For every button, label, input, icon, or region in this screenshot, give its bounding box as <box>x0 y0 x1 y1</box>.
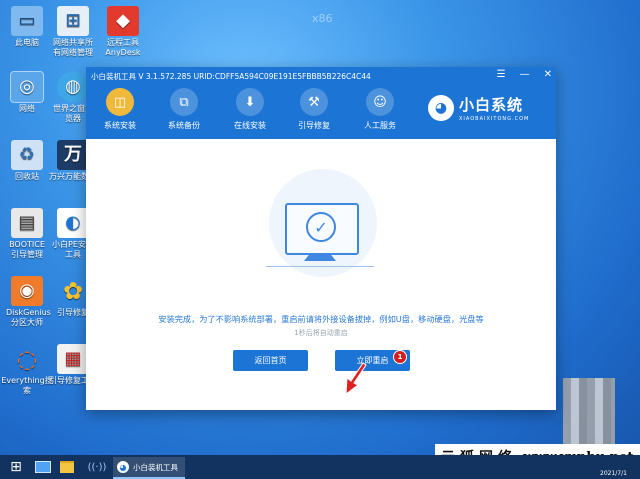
network-icon: ◎ <box>10 71 44 103</box>
brand: ◕ 小白系统 XIAOBAIXITONG.COM <box>428 94 529 122</box>
desktop-icon-label: 远程工具AnyDesk <box>105 38 141 57</box>
menu-icon[interactable]: ☰ <box>497 69 506 81</box>
xiaobai-logo-icon: ◕ <box>428 95 454 121</box>
tab-boot-repair[interactable]: ⚒ 引导修复 <box>284 88 344 131</box>
computer-icon: ▭ <box>11 6 43 36</box>
desktop-icon-network-manager[interactable]: ⊞ 网络共享所有网络管理 <box>46 6 100 58</box>
anydesk-icon: ◆ <box>107 6 139 36</box>
tab-label: 系统备份 <box>168 121 200 130</box>
arch-watermark: x86 <box>312 12 333 25</box>
divider <box>266 266 374 267</box>
desktop-icon[interactable] <box>34 459 52 475</box>
tab-label: 引导修复 <box>298 121 330 130</box>
window-titlebar[interactable]: 小白装机工具 V 3.1.572.285 URID:CDFF5A594C09E1… <box>86 67 556 85</box>
desktop-icon-label: 网络共享所有网络管理 <box>53 38 93 57</box>
main-toolbar: ◫ 系统安装 ⧉ 系统备份 ⬇ 在线安装 ⚒ 引导修复 ☺ 人工服务 ◕ 小白系… <box>86 85 556 139</box>
tab-online-install[interactable]: ⬇ 在线安装 <box>220 88 280 131</box>
wifi-icon[interactable]: ((·)) <box>88 459 107 475</box>
taskbar-item-label: 小白装机工具 <box>133 462 178 472</box>
desktop-icon-label: DiskGenius分区大师 <box>6 308 51 327</box>
xiaobai-task-icon: ◕ <box>117 461 129 473</box>
tab-manual-service[interactable]: ☺ 人工服务 <box>350 88 410 131</box>
diskgenius-icon: ◉ <box>11 276 43 306</box>
brand-site: XIAOBAIXITONG.COM <box>459 116 530 122</box>
toolbox-icon: ⚒ <box>300 88 328 116</box>
wanxing-icon: 万 <box>57 140 89 170</box>
taskbar: ⊞ ((·)) ◕ 小白装机工具 <box>0 455 640 479</box>
countdown-text: 1秒后将自动重启 <box>294 329 348 337</box>
tab-system-backup[interactable]: ⧉ 系统备份 <box>154 88 214 131</box>
installer-window: 小白装机工具 V 3.1.572.285 URID:CDFF5A594C09E1… <box>86 67 556 410</box>
tab-label: 系统安装 <box>104 121 136 130</box>
tab-label: 人工服务 <box>364 121 396 130</box>
download-icon: ⬇ <box>236 88 264 116</box>
backup-icon: ⧉ <box>170 88 198 116</box>
file-explorer-icon[interactable] <box>58 459 76 475</box>
system-install-icon: ◫ <box>106 88 134 116</box>
globe-icon: ◍ <box>57 72 89 102</box>
desktop-icon-anydesk[interactable]: ◆ 远程工具AnyDesk <box>96 6 150 58</box>
taskbar-item-installer[interactable]: ◕ 小白装机工具 <box>113 457 185 479</box>
everything-icon: ◌ <box>16 345 38 373</box>
checkmark-icon: ✓ <box>306 212 336 242</box>
start-button[interactable]: ⊞ <box>6 459 26 475</box>
content-area: ✓ 安装完成，为了不影响系统部署，重启前请将外接设备拔掉，例如U盘，移动硬盘，光… <box>86 139 556 410</box>
screen-shape <box>35 461 51 473</box>
completion-message: 安装完成，为了不影响系统部署，重启前请将外接设备拔掉，例如U盘，移动硬盘，光盘等 <box>158 314 484 324</box>
minimize-icon[interactable]: — <box>520 69 530 81</box>
clock-date: 2021/7/1 <box>600 470 627 477</box>
window-title: 小白装机工具 V 3.1.572.285 URID:CDFF5A594C09E1… <box>91 71 371 81</box>
pixelated-region <box>563 378 615 444</box>
pointer-arrow-icon <box>345 362 367 396</box>
tab-label: 在线安装 <box>234 121 266 130</box>
desktop-icon-label: BOOTICE引导管理 <box>9 240 45 259</box>
bootice-icon: ▤ <box>11 208 43 238</box>
back-home-button[interactable]: 返回首页 <box>233 350 308 371</box>
xiaobai-icon: ◐ <box>57 208 89 238</box>
folder-shape <box>60 461 74 473</box>
pinwheel-icon: ✿ <box>62 277 84 305</box>
brand-name: 小白系统 <box>459 96 524 114</box>
tab-system-install[interactable]: ◫ 系统安装 <box>90 88 150 131</box>
step-badge: 1 <box>393 350 407 364</box>
support-icon: ☺ <box>366 88 394 116</box>
repair-tool-icon: ▦ <box>57 344 89 374</box>
recycle-bin-icon: ♻ <box>11 140 43 170</box>
network-share-icon: ⊞ <box>57 6 89 36</box>
close-icon[interactable]: ✕ <box>544 69 552 81</box>
